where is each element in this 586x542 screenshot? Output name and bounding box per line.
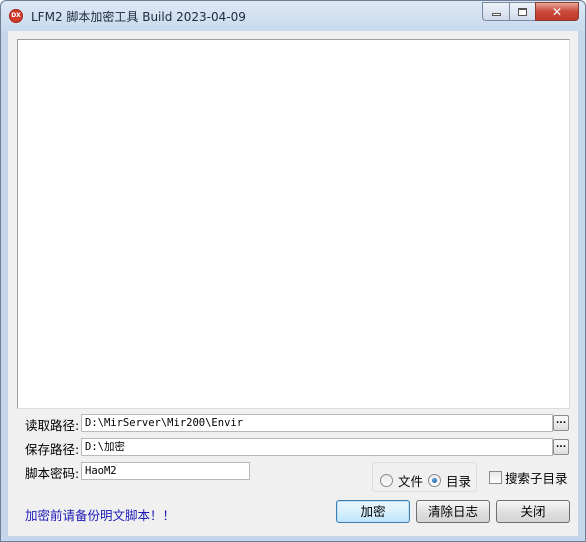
search-subdir-checkbox[interactable]: 搜索子目录 bbox=[489, 468, 568, 487]
mode-dir-radio[interactable]: 目录 bbox=[428, 471, 471, 490]
mode-file-label: 文件 bbox=[398, 474, 424, 489]
window-title: LFM2 脚本加密工具 Build 2023-04-09 bbox=[31, 10, 246, 24]
log-textarea[interactable] bbox=[17, 39, 570, 409]
encrypt-button[interactable]: 加密 bbox=[336, 500, 410, 523]
title-bar[interactable]: DX LFM2 脚本加密工具 Build 2023-04-09 ✕ bbox=[1, 1, 585, 31]
close-window-button[interactable]: ✕ bbox=[535, 2, 579, 21]
save-path-input[interactable]: D:\加密 bbox=[81, 438, 553, 456]
close-button[interactable]: 关闭 bbox=[496, 500, 570, 523]
mode-radio-group: 文件 目录 bbox=[372, 462, 477, 492]
password-label: 脚本密码: bbox=[25, 466, 80, 481]
mode-file-radio-circle bbox=[380, 474, 393, 487]
window-controls: ✕ bbox=[482, 2, 579, 21]
read-path-browse-button[interactable]: ... bbox=[553, 415, 569, 431]
mode-file-radio[interactable]: 文件 bbox=[380, 471, 423, 490]
save-path-label: 保存路径: bbox=[25, 442, 80, 457]
close-icon: ✕ bbox=[551, 4, 563, 19]
maximize-icon bbox=[518, 7, 527, 16]
app-icon: DX bbox=[9, 9, 23, 23]
minimize-button[interactable] bbox=[482, 2, 509, 21]
read-path-label: 读取路径: bbox=[25, 418, 80, 433]
password-input[interactable]: HaoM2 bbox=[81, 462, 250, 480]
backup-notice: 加密前请备份明文脚本！！ bbox=[25, 508, 176, 523]
minimize-icon bbox=[491, 13, 501, 16]
mode-dir-label: 目录 bbox=[446, 474, 472, 489]
client-area: 读取路径: D:\MirServer\Mir200\Envir ... 保存路径… bbox=[8, 31, 578, 536]
search-subdir-checkbox-box bbox=[489, 471, 502, 484]
read-path-input[interactable]: D:\MirServer\Mir200\Envir bbox=[81, 414, 553, 432]
mode-dir-radio-circle bbox=[428, 474, 441, 487]
save-path-browse-button[interactable]: ... bbox=[553, 439, 569, 455]
search-subdir-label: 搜索子目录 bbox=[505, 471, 568, 486]
app-window: DX LFM2 脚本加密工具 Build 2023-04-09 ✕ 读取路径: … bbox=[0, 0, 586, 542]
maximize-button[interactable] bbox=[509, 2, 535, 21]
clear-log-button[interactable]: 清除日志 bbox=[416, 500, 490, 523]
